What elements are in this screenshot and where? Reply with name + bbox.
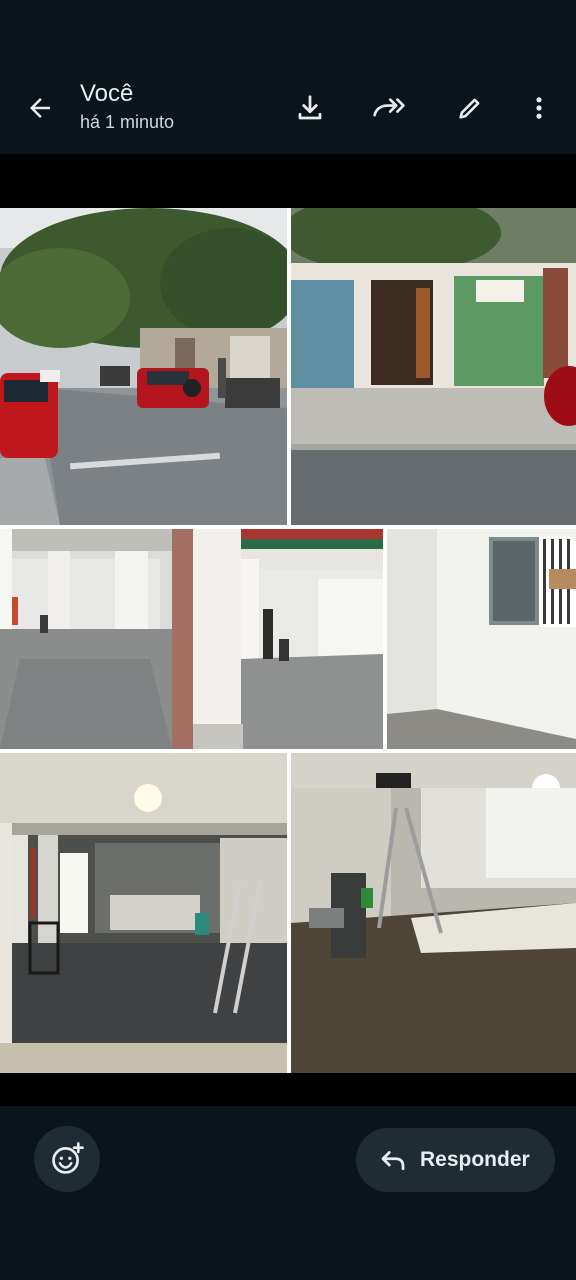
photo-storefront — [291, 208, 576, 525]
back-button[interactable] — [20, 88, 60, 128]
bottom-bar: Responder — [0, 1106, 576, 1280]
emoji-add-icon — [52, 1142, 84, 1174]
photo-room-window — [387, 529, 576, 749]
timestamp: há 1 minuto — [80, 112, 175, 132]
sender-name: Você — [80, 80, 134, 107]
download-icon — [298, 95, 322, 120]
photo-hall — [291, 753, 576, 1073]
reply-button[interactable]: Responder — [356, 1128, 555, 1192]
back-arrow-icon — [30, 98, 50, 118]
pencil-icon — [459, 98, 480, 119]
reply-label: Responder — [420, 1148, 530, 1171]
photo-collage[interactable] — [0, 208, 576, 1073]
more-vertical-icon — [536, 97, 542, 119]
reply-arrow-icon — [381, 1151, 405, 1171]
react-emoji-button[interactable] — [34, 1126, 100, 1192]
top-app-bar: Você há 1 minuto — [0, 64, 576, 154]
photo-basement — [0, 753, 287, 1073]
edit-button[interactable] — [450, 88, 490, 128]
sender-info[interactable]: Você há 1 minuto — [80, 80, 174, 134]
forward-icon — [373, 98, 405, 117]
photo-interior-right — [193, 529, 383, 749]
more-options-button[interactable] — [519, 88, 559, 128]
status-bar — [0, 0, 576, 64]
image-viewer[interactable] — [0, 154, 576, 1106]
photo-street — [0, 208, 287, 525]
download-button[interactable] — [290, 88, 330, 128]
forward-button[interactable] — [369, 88, 409, 128]
photo-interior-left — [0, 529, 193, 749]
